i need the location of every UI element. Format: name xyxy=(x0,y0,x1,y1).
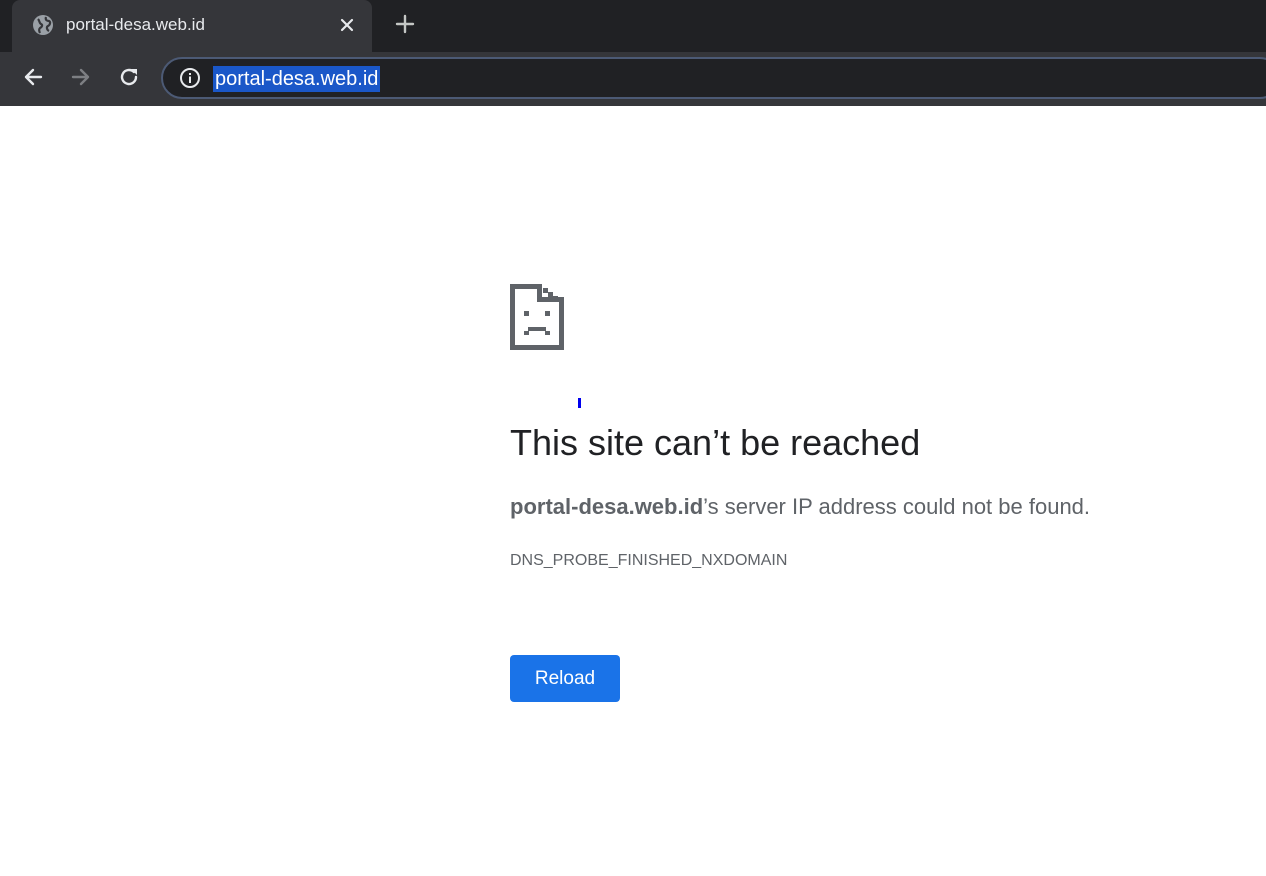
url-text[interactable]: portal-desa.web.id xyxy=(213,66,381,92)
back-arrow-icon xyxy=(22,66,44,93)
tab-strip: portal-desa.web.id xyxy=(0,0,1266,52)
new-tab-button[interactable] xyxy=(392,13,418,39)
reload-button[interactable]: Reload xyxy=(510,655,620,702)
address-bar[interactable]: portal-desa.web.id xyxy=(161,57,1266,99)
back-button[interactable] xyxy=(18,64,48,94)
browser-toolbar: portal-desa.web.id xyxy=(0,52,1266,106)
sad-document-icon xyxy=(510,284,566,350)
tab-active[interactable]: portal-desa.web.id xyxy=(12,0,372,52)
plus-icon xyxy=(395,14,415,39)
error-code[interactable]: DNS_PROBE_FINISHED_NXDOMAIN xyxy=(510,550,787,572)
error-message-text: ’s server IP address could not be found. xyxy=(703,494,1091,519)
forward-button[interactable] xyxy=(66,64,96,94)
error-host: portal-desa.web.id xyxy=(510,494,704,519)
globe-icon xyxy=(32,14,54,36)
reload-icon xyxy=(118,66,140,93)
browser-window: portal-desa.web.id portal-desa.web.id Th… xyxy=(0,0,1266,876)
reload-toolbar-button[interactable] xyxy=(114,64,144,94)
tab-title: portal-desa.web.id xyxy=(66,15,205,34)
text-cursor xyxy=(578,398,581,408)
forward-arrow-icon xyxy=(70,66,92,93)
error-heading: This site can’t be reached xyxy=(510,422,921,463)
close-icon[interactable] xyxy=(336,14,358,36)
error-message: portal-desa.web.id’s server IP address c… xyxy=(510,492,1090,522)
info-icon[interactable] xyxy=(179,67,201,89)
error-page: This site can’t be reached portal-desa.w… xyxy=(0,106,1266,876)
